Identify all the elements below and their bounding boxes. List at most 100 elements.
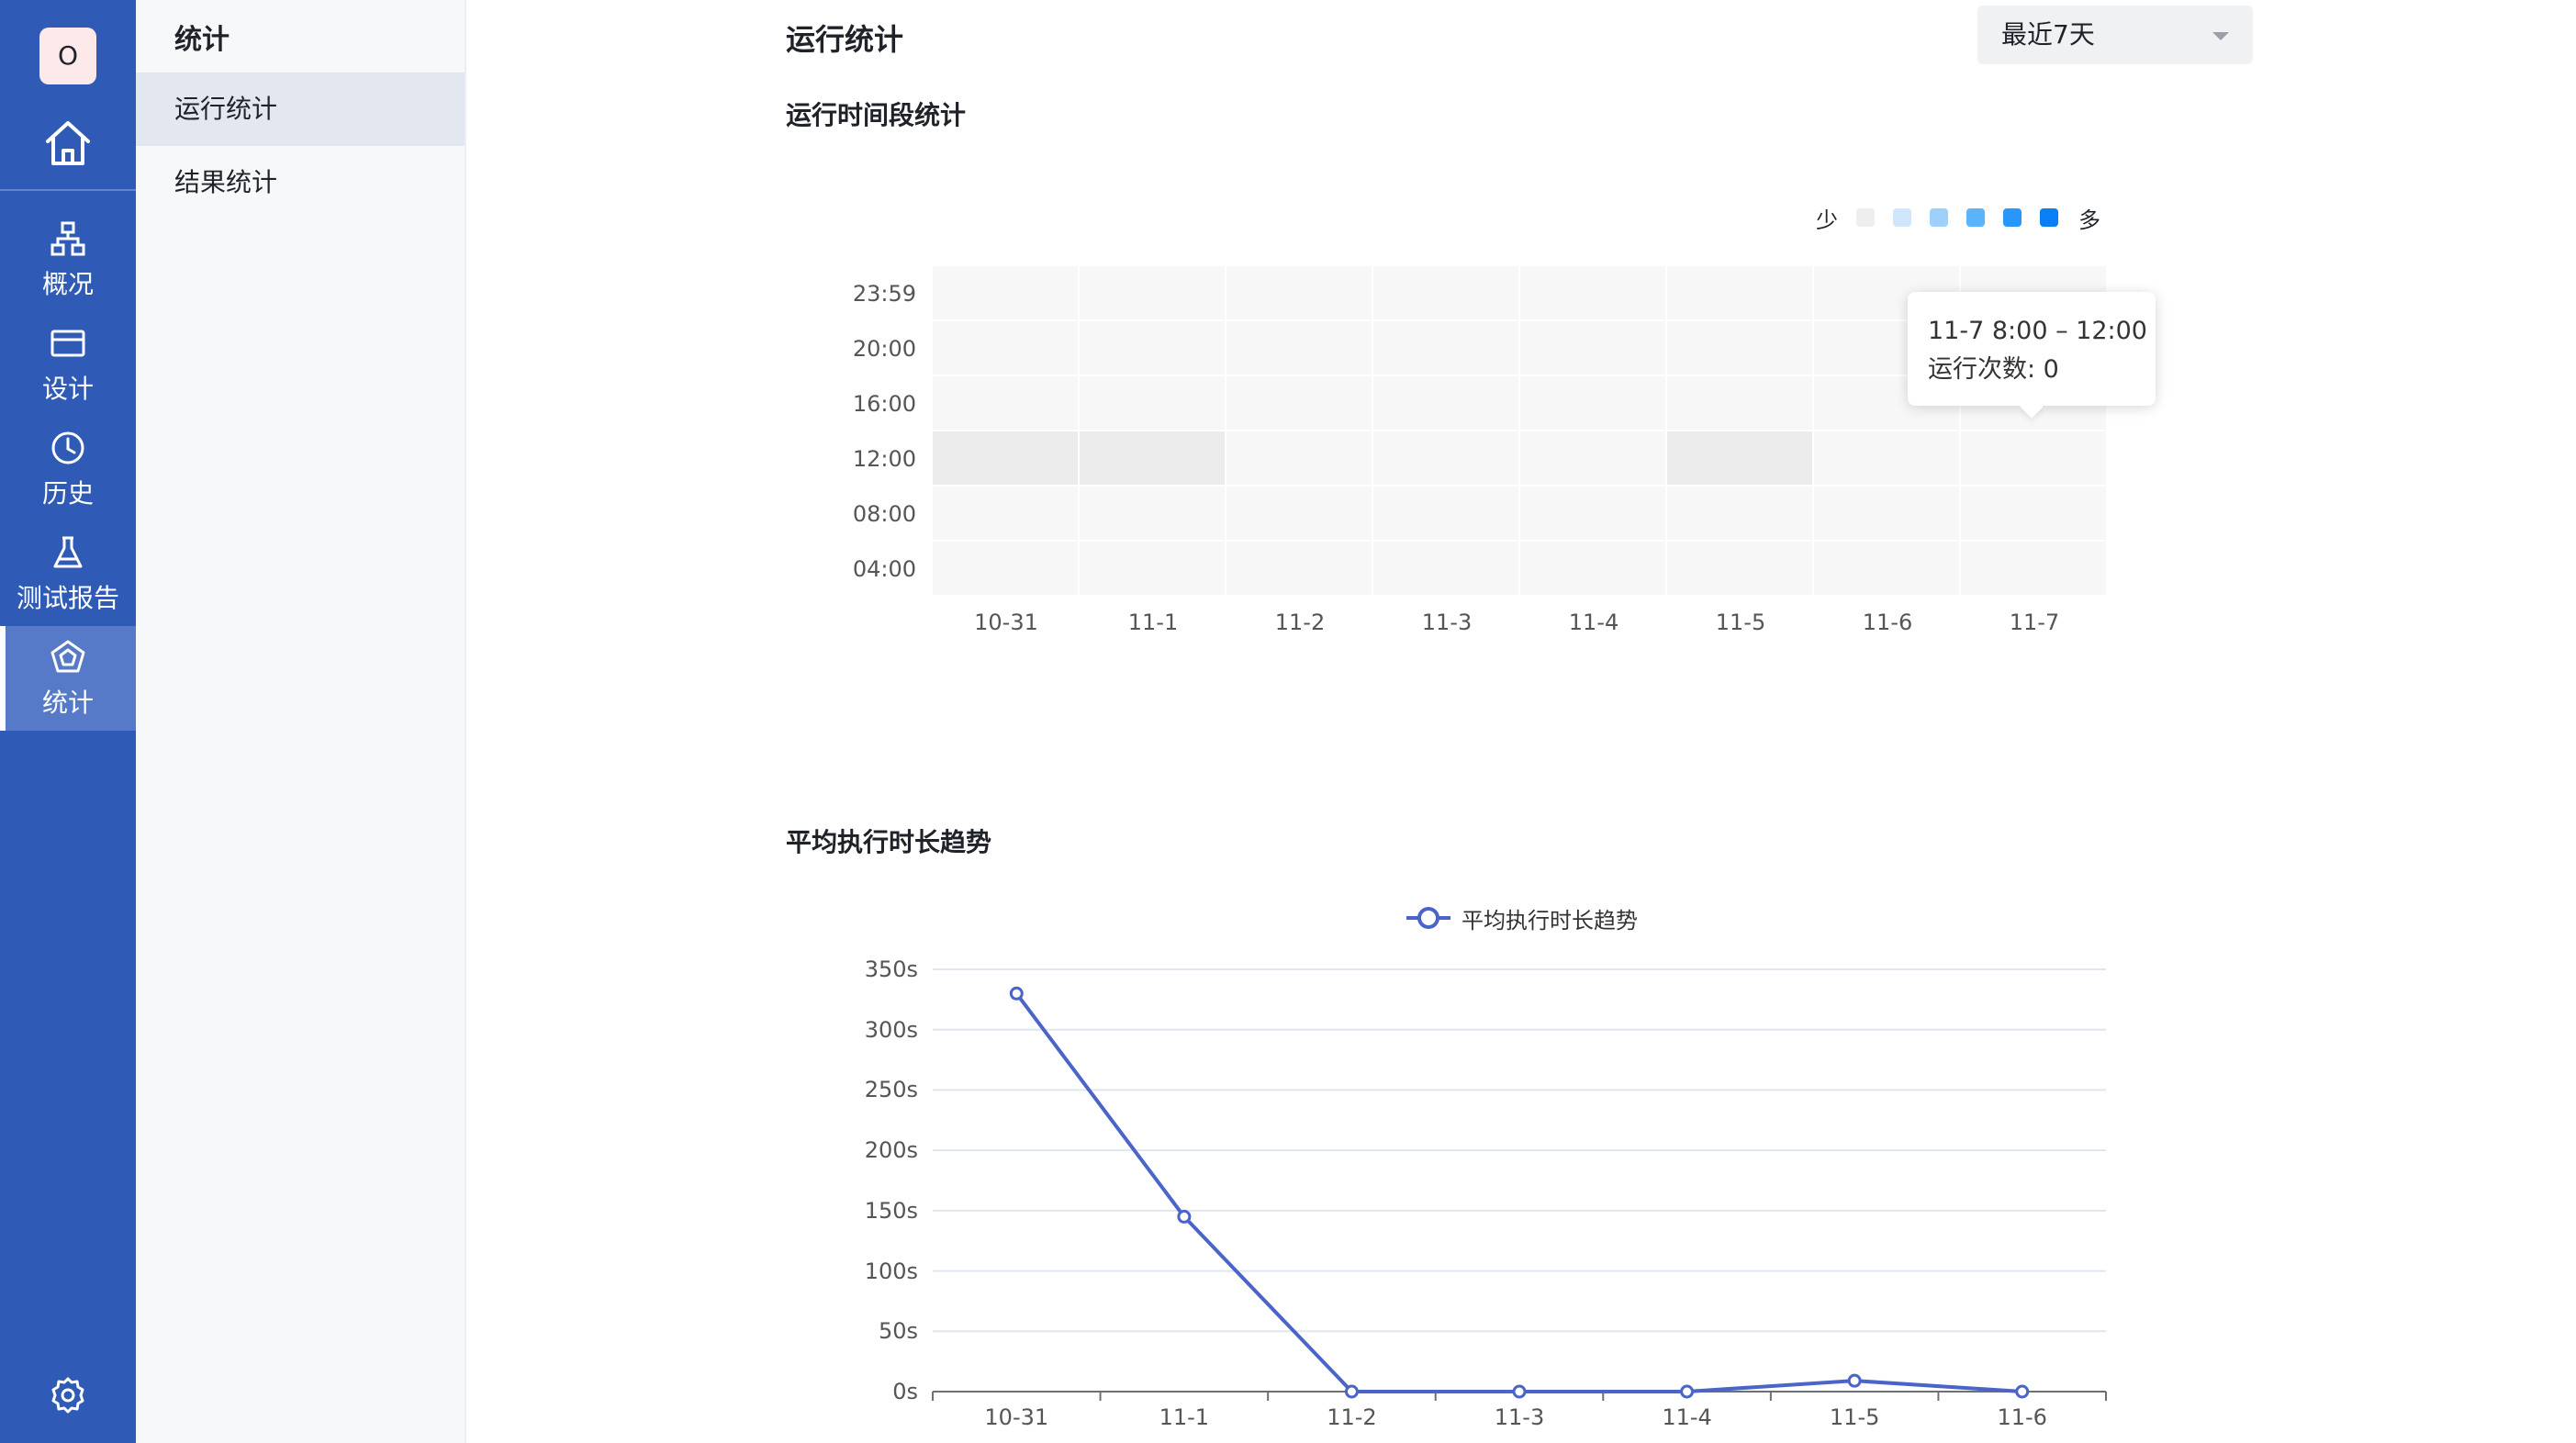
heatmap-cell[interactable] — [1667, 542, 1812, 595]
heatmap-cell[interactable] — [1080, 321, 1225, 375]
heatmap-y-label: 23:59 — [852, 281, 916, 307]
heatmap-y-label: 16:00 — [852, 391, 916, 417]
flask-icon — [53, 536, 83, 568]
y-tick-label: 200s — [864, 1137, 918, 1164]
gear-icon[interactable] — [48, 1375, 88, 1415]
x-tick-label: 11-3 — [1494, 1404, 1545, 1430]
y-tick-label: 50s — [878, 1318, 918, 1345]
heatmap-cell[interactable] — [1080, 431, 1225, 485]
heatmap-cell[interactable] — [1373, 487, 1518, 540]
legend-swatch[interactable] — [1893, 208, 1911, 227]
heatmap-cell[interactable] — [1961, 542, 2106, 595]
subnav-item-result-stats[interactable]: 结果统计 — [136, 146, 465, 219]
date-range-select[interactable]: 最近7天 — [1977, 6, 2253, 64]
rail-item-label: 测试报告 — [16, 583, 119, 613]
heatmap-cell[interactable] — [1080, 266, 1225, 319]
heatmap-cell[interactable] — [1667, 266, 1812, 319]
heatmap-x-label: 11-6 — [1862, 610, 1913, 635]
tooltip-range: 11-7 8:00 – 12:00 — [1928, 317, 2147, 345]
data-point[interactable] — [1344, 1384, 1359, 1399]
heatmap-cell[interactable] — [1226, 266, 1372, 319]
heatmap-cell[interactable] — [933, 487, 1078, 540]
heatmap-cell[interactable] — [1226, 487, 1372, 540]
heatmap-cell[interactable] — [1373, 431, 1518, 485]
data-point[interactable] — [1680, 1384, 1695, 1399]
legend-label: 平均执行时长趋势 — [1462, 907, 1638, 934]
rail-item-overview[interactable]: 概况 — [0, 207, 136, 312]
page-title: 运行统计 — [786, 22, 904, 57]
heatmap-cell[interactable] — [1226, 431, 1372, 485]
heatmap-cell[interactable] — [1961, 431, 2106, 485]
heatmap-cell[interactable] — [933, 321, 1078, 375]
heatmap-y-label: 04:00 — [852, 556, 916, 582]
heatmap-cell[interactable] — [1520, 266, 1665, 319]
heatmap-cell[interactable] — [1814, 487, 1959, 540]
heatmap-cell[interactable] — [1520, 431, 1665, 485]
heatmap-cell[interactable] — [1520, 542, 1665, 595]
data-point[interactable] — [1512, 1384, 1527, 1399]
legend-swatch[interactable] — [1966, 208, 1985, 227]
legend-swatch[interactable] — [2003, 208, 2022, 227]
heatmap-x-label: 11-3 — [1421, 610, 1473, 635]
heatmap-cell[interactable] — [1667, 376, 1812, 430]
sitemap-icon — [50, 221, 85, 256]
subnav-title: 统计 — [174, 24, 230, 56]
heatmap-x-label: 11-7 — [2009, 610, 2060, 635]
legend-low-label: 少 — [1816, 207, 1838, 233]
data-point[interactable] — [2015, 1384, 2030, 1399]
heatmap-cell[interactable] — [1373, 376, 1518, 430]
heatmap-cell[interactable] — [1226, 321, 1372, 375]
data-point[interactable] — [1009, 986, 1024, 1001]
x-tick-label: 11-4 — [1662, 1404, 1712, 1430]
heatmap-cell[interactable] — [1373, 542, 1518, 595]
rail-item-design[interactable]: 设计 — [0, 312, 136, 417]
date-range-value: 最近7天 — [2001, 19, 2095, 50]
rail-item-test-report[interactable]: 测试报告 — [0, 521, 136, 626]
rail-item-statistics[interactable]: 统计 — [0, 626, 136, 731]
trend-title: 平均执行时长趋势 — [786, 827, 992, 857]
home-icon[interactable] — [40, 116, 95, 171]
data-point[interactable] — [1177, 1209, 1192, 1224]
y-tick-label: 0s — [892, 1379, 918, 1404]
y-tick-label: 100s — [864, 1258, 918, 1284]
heatmap-cell[interactable] — [1080, 542, 1225, 595]
heatmap-cell[interactable] — [933, 431, 1078, 485]
heatmap-cell[interactable] — [1520, 487, 1665, 540]
data-point[interactable] — [1847, 1373, 1862, 1388]
heatmap-cell[interactable] — [1520, 321, 1665, 375]
heatmap-cell[interactable] — [933, 266, 1078, 319]
legend-swatch[interactable] — [2040, 208, 2058, 227]
heatmap-cell[interactable] — [933, 542, 1078, 595]
y-tick-label: 250s — [864, 1077, 918, 1103]
heatmap-cell[interactable] — [1226, 376, 1372, 430]
heatmap-cell[interactable] — [1226, 542, 1372, 595]
line-legend[interactable]: 平均执行时长趋势 — [1405, 901, 1638, 934]
heatmap-cell[interactable] — [1667, 321, 1812, 375]
heatmap-title: 运行时间段统计 — [786, 100, 967, 130]
sub-navigation: 统计 运行统计 结果统计 — [136, 0, 466, 1443]
heatmap-cell[interactable] — [1080, 487, 1225, 540]
heatmap-cell[interactable] — [933, 376, 1078, 430]
legend-swatch[interactable] — [1856, 208, 1875, 227]
heatmap-cell[interactable] — [1373, 321, 1518, 375]
rail-item-label: 统计 — [41, 688, 94, 718]
avatar[interactable]: O — [39, 28, 96, 84]
rail-item-history[interactable]: 历史 — [0, 417, 136, 521]
heatmap-cell[interactable] — [1814, 431, 1959, 485]
card-icon — [50, 330, 85, 357]
pentagon-icon — [50, 640, 85, 673]
heatmap-cell[interactable] — [1080, 376, 1225, 430]
heatmap-x-label: 11-1 — [1127, 610, 1179, 635]
x-tick-label: 10-31 — [984, 1404, 1049, 1430]
heatmap-cell[interactable] — [1667, 487, 1812, 540]
clock-icon — [51, 431, 84, 464]
heatmap-cell[interactable] — [1520, 376, 1665, 430]
legend-swatch[interactable] — [1930, 208, 1948, 227]
subnav-item-run-stats[interactable]: 运行统计 — [136, 73, 465, 146]
heatmap-cell[interactable] — [1814, 542, 1959, 595]
heatmap-cell[interactable] — [1667, 431, 1812, 485]
heatmap-tooltip: 11-7 8:00 – 12:00 运行次数: 0 — [1908, 292, 2156, 406]
heatmap-x-label: 11-4 — [1568, 610, 1619, 635]
heatmap-cell[interactable] — [1961, 487, 2106, 540]
heatmap-cell[interactable] — [1373, 266, 1518, 319]
